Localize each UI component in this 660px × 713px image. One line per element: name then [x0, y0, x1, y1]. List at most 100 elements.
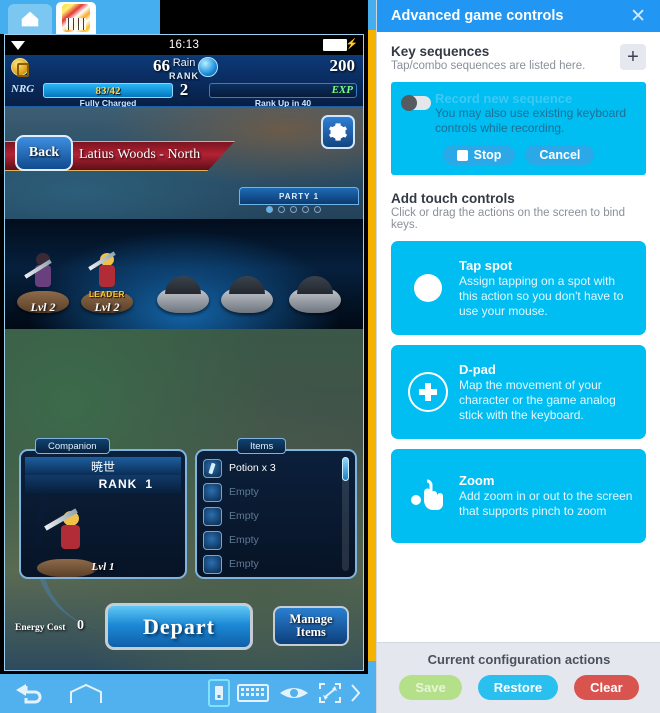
party-tab[interactable]: PARTY 1	[239, 187, 359, 205]
cancel-recording-button[interactable]: Cancel	[525, 145, 595, 165]
companion-panel-tab: Companion	[35, 438, 110, 454]
fullscreen-button[interactable]	[316, 680, 344, 706]
zoom-description: Add zoom in or out to the screen that su…	[459, 489, 633, 518]
phone-rotate-icon	[215, 686, 223, 700]
party-slot-1[interactable]: Lvl 2	[13, 237, 73, 314]
energy-cost-label: Energy Cost	[15, 623, 66, 633]
item-label: Potion x 3	[229, 462, 276, 474]
zoom-card[interactable]: Zoom Add zoom in or out to the screen th…	[391, 449, 646, 543]
expand-more-button[interactable]	[346, 680, 364, 706]
dpad-card[interactable]: D-pad Map the movement of your character…	[391, 345, 646, 439]
party-level: Lvl 2	[30, 300, 56, 314]
party-dot[interactable]	[314, 206, 321, 213]
party-dot[interactable]	[266, 206, 273, 213]
stop-recording-button[interactable]: Stop	[442, 145, 516, 165]
phone-rotate-button[interactable]	[208, 679, 230, 707]
game-tab[interactable]	[56, 2, 96, 34]
party-slot-3[interactable]	[153, 237, 213, 313]
scrollbar-thumb[interactable]	[342, 457, 349, 481]
party-dot[interactable]	[278, 206, 285, 213]
items-panel[interactable]: Items Potion x 3 Empty Empty Empty Empty	[195, 438, 357, 579]
advanced-game-controls-panel: Advanced game controls ✕ Key sequences T…	[376, 0, 660, 713]
item-row[interactable]: Empty	[203, 481, 335, 503]
emulator-area: 16:13 ⚡ 66 200 Rain RANK 2 NRG 83/42 Ful…	[0, 0, 368, 713]
panel-footer: Current configuration actions Save Resto…	[377, 642, 660, 713]
battery-icon	[323, 39, 347, 51]
cancel-label: Cancel	[539, 148, 581, 162]
item-label: Empty	[229, 534, 259, 546]
party-slot-2[interactable]: LEADER Lvl 2	[77, 237, 137, 314]
character-sprite	[24, 253, 59, 297]
party-dot[interactable]	[302, 206, 309, 213]
item-row[interactable]: Empty	[203, 553, 335, 575]
map-header-area: Latius Woods - North Back PARTY 1	[5, 107, 363, 219]
keyboard-button[interactable]	[236, 680, 270, 706]
home-tab[interactable]	[8, 4, 52, 34]
back-button[interactable]: Back	[15, 135, 73, 171]
game-thumbnail-icon	[62, 4, 90, 32]
eye-button[interactable]	[278, 680, 310, 706]
item-row[interactable]: Empty	[203, 505, 335, 527]
companion-panel[interactable]: Companion 暁世 RANK 1 Lvl 1	[19, 438, 187, 579]
exp-label: EXP	[331, 84, 353, 96]
tap-spot-description: Assign tapping on a spot with this actio…	[459, 273, 624, 318]
party-slot-4[interactable]	[217, 237, 277, 313]
companion-name: 暁世	[25, 457, 181, 475]
tap-spot-card[interactable]: Tap spot Assign tapping on a spot with t…	[391, 241, 646, 335]
empty-slot-icon	[203, 506, 222, 526]
add-key-sequence-button[interactable]: +	[620, 44, 646, 70]
divider-top-cap	[368, 0, 376, 30]
party-dots[interactable]	[266, 206, 321, 213]
home-button-toolbar[interactable]	[66, 680, 106, 708]
divider-bottom-cap	[368, 661, 376, 713]
manage-items-button[interactable]: Manage Items	[273, 606, 349, 646]
save-button[interactable]: Save	[399, 675, 462, 700]
footer-buttons: Save Restore Clear	[377, 675, 660, 700]
zoom-title: Zoom	[459, 473, 495, 488]
items-scrollbar[interactable]	[342, 457, 349, 571]
home-icon	[21, 11, 39, 27]
emulator-bottom-bar	[0, 674, 368, 713]
leader-badge: LEADER	[89, 290, 125, 299]
dpad-description: Map the movement of your character or th…	[459, 377, 616, 422]
settings-button[interactable]	[321, 115, 355, 149]
empty-slot-icon	[203, 530, 222, 550]
depart-button[interactable]: Depart	[105, 603, 253, 650]
back-arrow-icon	[16, 684, 42, 704]
stop-label: Stop	[473, 148, 502, 162]
touch-controls-title: Add touch controls	[391, 191, 515, 206]
close-icon[interactable]: ✕	[626, 7, 650, 26]
toggle-switch-icon[interactable]	[401, 95, 431, 111]
restore-button[interactable]: Restore	[477, 675, 559, 700]
potion-icon	[203, 458, 222, 478]
clear-button[interactable]: Clear	[574, 675, 639, 700]
record-buttons: Stop Cancel	[401, 145, 636, 165]
android-status-bar: 16:13 ⚡	[5, 35, 363, 55]
zoom-body: Zoom Add zoom in or out to the screen th…	[459, 473, 634, 519]
back-button-toolbar[interactable]	[10, 680, 48, 708]
dpad-icon	[397, 371, 459, 413]
item-row[interactable]: Potion x 3	[203, 457, 335, 479]
toggle-knob	[401, 95, 417, 111]
empty-pedestal	[221, 276, 273, 313]
party-slot-5[interactable]	[285, 237, 345, 313]
game-screen[interactable]: 16:13 ⚡ 66 200 Rain RANK 2 NRG 83/42 Ful…	[4, 34, 364, 671]
chevron-right-icon	[351, 684, 361, 702]
key-sequences-title: Key sequences	[391, 44, 490, 59]
emulator-tab-bar	[0, 0, 368, 34]
party-dot[interactable]	[290, 206, 297, 213]
tap-spot-circle-icon	[397, 274, 459, 302]
lower-map-area: Companion 暁世 RANK 1 Lvl 1 Items Potion x…	[5, 329, 363, 670]
item-row[interactable]: Empty	[203, 529, 335, 551]
pinch-zoom-hand-icon	[397, 475, 459, 517]
key-sequences-subtitle: Tap/combo sequences are listed here.	[391, 60, 586, 72]
touch-controls-subtitle: Click or drag the actions on the screen …	[391, 207, 625, 231]
footer-title: Current configuration actions	[427, 652, 611, 667]
companion-rank: RANK 1	[25, 475, 181, 493]
record-new-sequence-card[interactable]: Record new sequence You may also use exi…	[391, 82, 646, 175]
energy-cost-value: 0	[77, 618, 84, 633]
party-stage: Lvl 2 LEADER Lvl 2	[5, 219, 363, 329]
item-label: Empty	[229, 558, 259, 570]
item-label: Empty	[229, 486, 259, 498]
key-sequences-section-header: Key sequences Tap/combo sequences are li…	[391, 44, 646, 72]
